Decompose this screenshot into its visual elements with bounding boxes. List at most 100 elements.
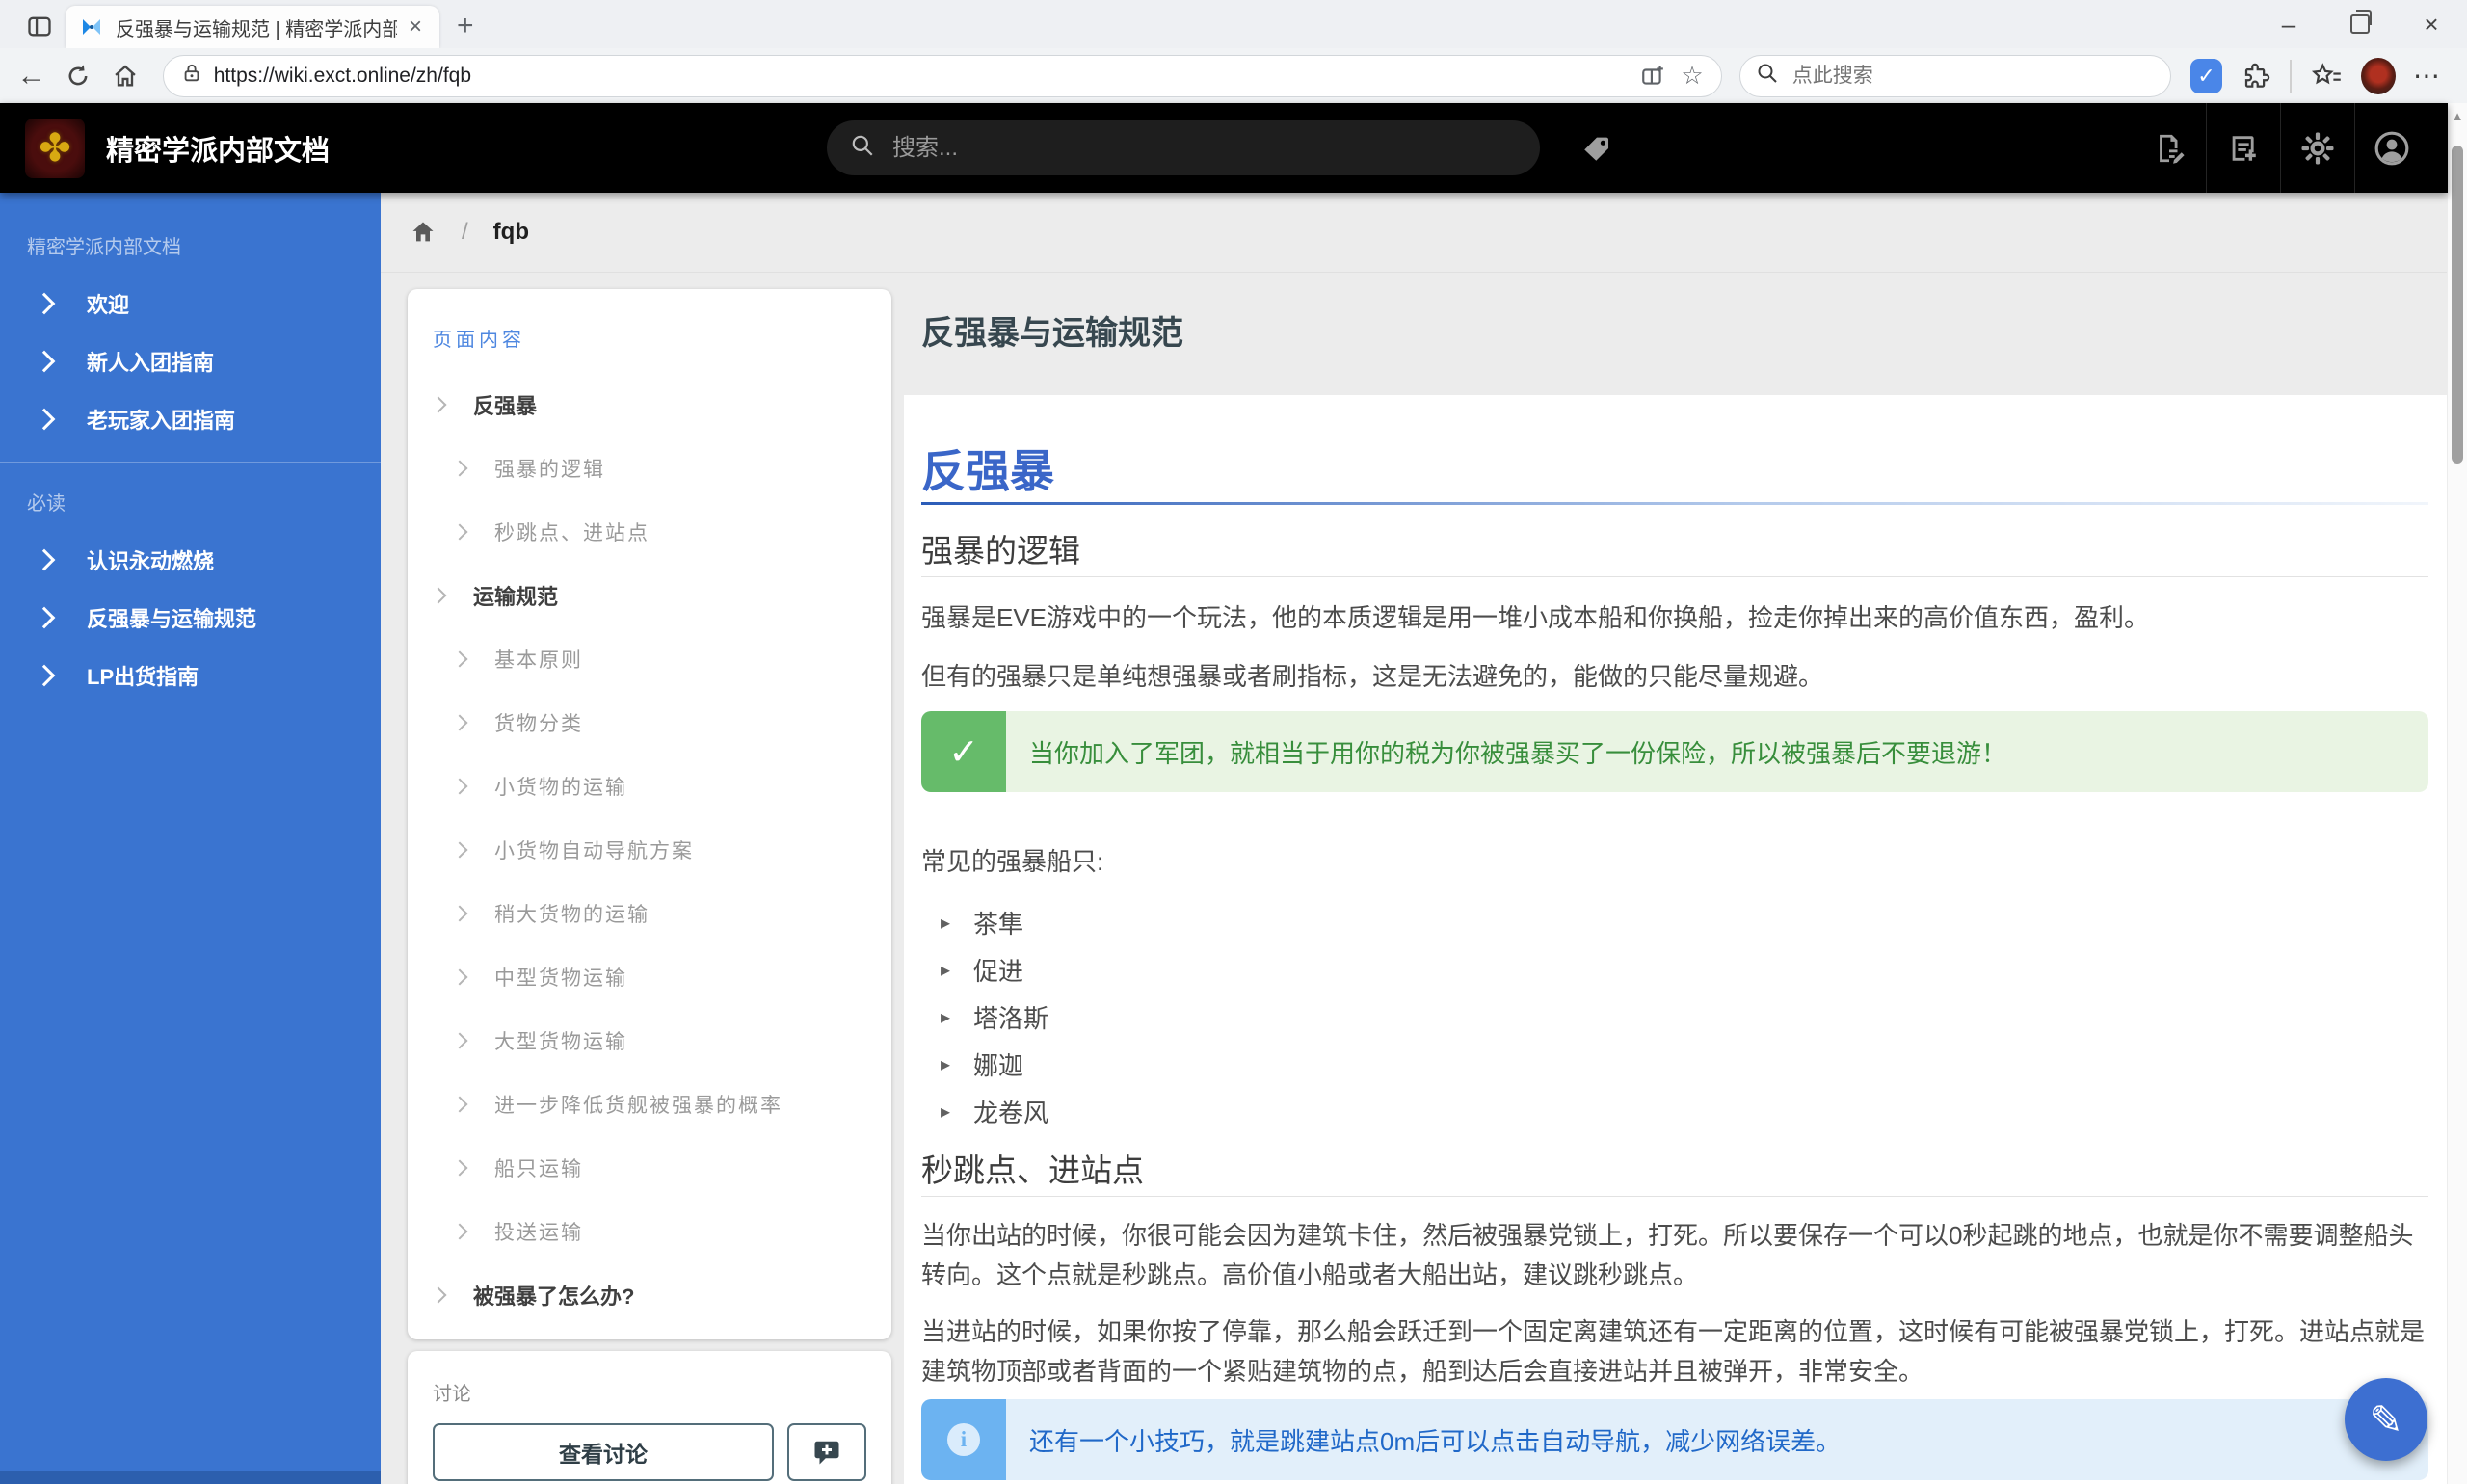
toc-item[interactable]: 进一步降低货舰被强暴的概率 <box>433 1073 866 1136</box>
sidebar-item-welcome[interactable]: 欢迎 <box>0 275 381 332</box>
chevron-right-icon <box>451 650 468 668</box>
toc-item[interactable]: 船只运输 <box>433 1136 866 1200</box>
page-scrollbar[interactable]: ▲ <box>2447 103 2467 1484</box>
account-icon[interactable] <box>2354 103 2428 193</box>
browser-search-input[interactable] <box>1790 63 2122 89</box>
toc-card: 页面内容 反强暴 强暴的逻辑 秒跳点、进站点 运输规范 基本原则 货物分类 小货… <box>408 289 891 1339</box>
success-callout-text: 当你加入了军团，就相当于用你的税为你被强暴买了一份保险，所以被强暴后不要退游！ <box>1006 711 2428 792</box>
wiki-header-actions <box>2133 103 2428 193</box>
edit-fab-button[interactable]: ✎ <box>2345 1378 2427 1461</box>
window-minimize-button[interactable]: – <box>2253 0 2324 48</box>
toc-item[interactable]: 投送运输 <box>433 1200 866 1263</box>
refresh-button[interactable] <box>55 63 102 90</box>
home-button[interactable] <box>102 63 149 90</box>
tab-actions-icon[interactable] <box>17 8 62 44</box>
browser-tab-bar: 反强暴与运输规范 | 精密学派内部 × + – × <box>0 0 2467 48</box>
address-bar[interactable]: https://wiki.exct.online/zh/fqb ☆ <box>162 54 1722 97</box>
tab-close-icon[interactable]: × <box>405 13 426 40</box>
search-icon <box>1756 62 1779 90</box>
wiki-search-box[interactable] <box>827 120 1540 175</box>
chevron-right-icon <box>451 968 468 986</box>
sidebar-item-lp-guide[interactable]: LP出货指南 <box>0 647 381 704</box>
toc-item[interactable]: 基本原则 <box>433 627 866 691</box>
sidebar-item-newbie-guide[interactable]: 新人入团指南 <box>0 332 381 390</box>
new-tab-button[interactable]: + <box>457 12 474 40</box>
subsection-heading-gank-logic: 强暴的逻辑 <box>921 532 2428 577</box>
triangle-bullet-icon: ▸ <box>941 1100 951 1123</box>
toc-item[interactable]: 中型货物运输 <box>433 945 866 1009</box>
chevron-right-icon <box>451 523 468 541</box>
favorite-star-icon[interactable]: ☆ <box>1681 61 1703 91</box>
browser-window: 反强暴与运输规范 | 精密学派内部 × + – × ← https://wiki… <box>0 0 2467 1484</box>
chevron-right-icon <box>33 664 56 687</box>
chevron-right-icon <box>430 396 447 413</box>
browser-search-box[interactable] <box>1738 54 2171 97</box>
search-icon <box>850 133 875 163</box>
window-restore-button[interactable] <box>2324 0 2396 48</box>
toc-label: 页面内容 <box>433 330 525 351</box>
toc-item[interactable]: 小货物的运输 <box>433 755 866 818</box>
chevron-right-icon <box>451 1032 468 1049</box>
toc-item[interactable]: 被强暴了怎么办? <box>430 1263 866 1327</box>
toc-item[interactable]: 小货物自动导航方案 <box>433 818 866 882</box>
edit-page-button[interactable] <box>2133 103 2206 193</box>
extensions-puzzle-icon[interactable] <box>2242 62 2270 91</box>
sidebar-item-antigank-rules[interactable]: 反强暴与运输规范 <box>0 589 381 647</box>
profile-avatar[interactable] <box>2361 57 2396 94</box>
chevron-right-icon <box>33 350 56 373</box>
toc-item[interactable]: 反强暴 <box>430 373 866 437</box>
window-controls: – × <box>2253 0 2467 48</box>
home-icon[interactable] <box>410 219 437 246</box>
sidebar-item-veteran-guide[interactable]: 老玩家入团指南 <box>0 390 381 448</box>
toc-item[interactable]: 稍大货物的运输 <box>433 882 866 945</box>
new-page-button[interactable] <box>2206 103 2280 193</box>
sidebar-item-perpetual-burn[interactable]: 认识永动燃烧 <box>0 531 381 589</box>
discussion-label: 讨论 <box>433 1384 471 1405</box>
paragraph: 强暴是EVE游戏中的一个玩法，他的本质逻辑是用一堆小成本船和你换船，捡走你掉出来… <box>921 603 2150 632</box>
toc-item[interactable]: 秒跳点、进站点 <box>433 500 866 564</box>
breadcrumb-separator: / <box>462 219 468 245</box>
chevron-right-icon <box>451 778 468 795</box>
list-item: ▸ 娜迦 <box>921 1045 2428 1083</box>
sidebar-footer-strip <box>0 1471 381 1484</box>
chevron-right-icon <box>33 408 56 431</box>
sidebar-divider <box>0 462 381 463</box>
wiki-logo[interactable]: ✤ <box>25 118 85 178</box>
scrollbar-thumb[interactable] <box>2452 146 2463 464</box>
triangle-bullet-icon: ▸ <box>941 959 951 981</box>
pencil-icon: ✎ <box>2369 1396 2403 1443</box>
browser-tab[interactable]: 反强暴与运输规范 | 精密学派内部 × <box>66 6 439 48</box>
chevron-right-icon <box>451 1223 468 1240</box>
triangle-bullet-icon: ▸ <box>941 1006 951 1028</box>
list-item: ▸ 塔洛斯 <box>921 997 2428 1036</box>
browser-toolbar: ← https://wiki.exct.online/zh/fqb ☆ ✓ <box>0 48 2467 103</box>
toc-item[interactable]: 大型货物运输 <box>433 1009 866 1073</box>
breadcrumb-current[interactable]: fqb <box>493 219 529 246</box>
split-screen-icon[interactable] <box>1640 64 1665 89</box>
admin-gear-icon[interactable] <box>2280 103 2354 193</box>
triangle-bullet-icon: ▸ <box>941 1053 951 1075</box>
chevron-right-icon <box>33 548 56 571</box>
view-discussion-button[interactable]: 查看讨论 <box>433 1423 774 1481</box>
toc-item[interactable]: 运输规范 <box>430 564 866 627</box>
toc-item[interactable]: 货物分类 <box>433 691 866 755</box>
scrollbar-up-arrow[interactable]: ▲ <box>2448 109 2467 123</box>
browser-menu-icon[interactable]: ⋯ <box>2413 60 2442 92</box>
paragraph: 当进站的时候，如果你按了停靠，那么船会跃迁到一个固定离建筑还有一定距离的位置，这… <box>921 1317 2426 1386</box>
tags-icon[interactable] <box>1575 126 1619 171</box>
window-close-button[interactable]: × <box>2396 0 2467 48</box>
chevron-right-icon <box>451 714 468 731</box>
back-button[interactable]: ← <box>8 60 55 93</box>
toc-item[interactable]: 强暴的逻辑 <box>433 437 866 500</box>
subsection-heading-instant-undock: 秒跳点、进站点 <box>921 1152 2428 1197</box>
favorites-bar-icon[interactable] <box>2311 62 2342 91</box>
sidebar-section-label: 必读 <box>27 493 66 515</box>
toolbar-divider <box>2290 59 2293 93</box>
wiki-search-input[interactable] <box>890 133 1472 163</box>
chevron-right-icon <box>451 1159 468 1177</box>
new-comment-button[interactable] <box>787 1423 866 1481</box>
chevron-right-icon <box>33 292 56 315</box>
heading-underline <box>921 502 2428 505</box>
page-title: 反强暴与运输规范 <box>921 315 1183 352</box>
extension-badge-icon[interactable]: ✓ <box>2189 58 2223 93</box>
